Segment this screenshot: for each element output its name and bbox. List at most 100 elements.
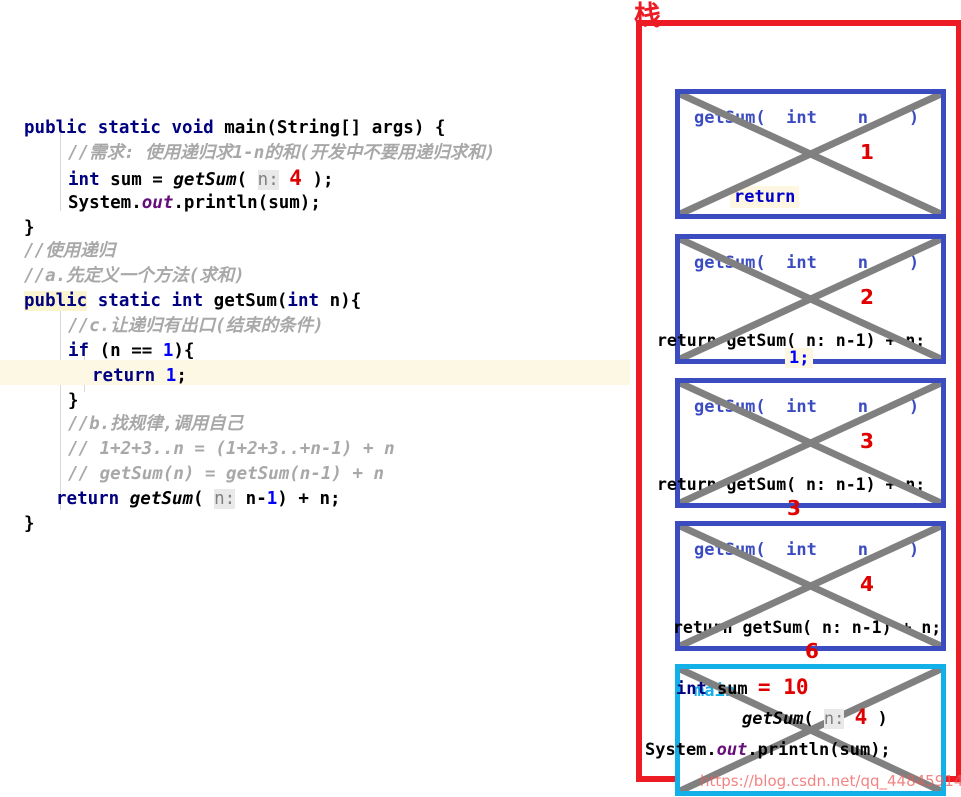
code-token: out (716, 740, 748, 760)
code-token: int (676, 679, 717, 699)
watermark: https://blog.csdn.net/qq_44845914 (700, 772, 961, 790)
code-token: = (757, 675, 784, 699)
main-frame-code-line: System.out.println(sum); (645, 738, 891, 763)
code-token: getSum (213, 291, 277, 311)
code-token: int (287, 291, 320, 311)
code-token: out (141, 193, 174, 213)
frame-return-keyword: return (730, 186, 800, 208)
code-token: System. (68, 193, 142, 213)
frame-getsum-1: getSum( int n ) return 1 (675, 89, 946, 219)
code-token: static int (87, 291, 214, 311)
stack-outer-box: getSum( int n ) return 1 getSum( int n ) ret… (636, 20, 961, 796)
code-token: 1 (162, 341, 174, 361)
code-token: //需求: 使用递归求1-n的和(开发中不要用递归求和) (68, 143, 496, 163)
code-token: n- (235, 489, 267, 509)
code-fold-gutter-2 (60, 305, 61, 510)
code-token: n){ (319, 291, 362, 311)
code-token: .println(sum); (747, 740, 891, 760)
code-line[interactable]: } (24, 216, 35, 241)
code-token: n: (257, 170, 279, 190)
code-token: ( (192, 489, 215, 509)
code-token: } (24, 514, 35, 534)
frame-getsum-3: getSum( int n ) return getSum( n: n-1) + … (657, 378, 946, 508)
code-line[interactable]: return getSum( n: n-1) + n; (56, 487, 341, 512)
code-token: } (68, 391, 79, 411)
code-token: // 1+2+3..n = (1+2+3..+n-1) + n (68, 439, 395, 459)
code-line[interactable]: //c.让递归有出口(结束的条件) (68, 314, 324, 339)
code-token: n: (823, 709, 845, 729)
code-token: ( (276, 291, 288, 311)
code-line[interactable]: //需求: 使用递归求1-n的和(开发中不要用递归求和) (68, 141, 495, 166)
frame-getsum-2: getSum( int n ) return getSum( n: n-1) + … (657, 234, 946, 364)
code-token: getSum (742, 709, 804, 729)
code-token: return (92, 366, 166, 386)
code-token: //a.先定义一个方法(求和) (24, 266, 245, 286)
code-line[interactable]: System.out.println(sum); (68, 191, 321, 216)
code-token: .println(sum); (173, 193, 321, 213)
code-token: ){ (173, 341, 195, 361)
frame-n-value: 4 (860, 572, 874, 596)
code-token: ( (803, 709, 824, 729)
main-frame-code-line: getSum( n: 4 ) (742, 705, 888, 732)
code-token: sum (716, 679, 758, 699)
frame-returned-value: 1; (785, 348, 814, 368)
frame-title: getSum( int n ) (694, 540, 920, 560)
code-token: //使用递归 (24, 241, 116, 261)
frame-n-value: 3 (860, 429, 874, 453)
main-frame-code-line: int sum = 10 (676, 675, 809, 702)
code-line[interactable]: // getSum(n) = getSum(n-1) + n (68, 462, 384, 487)
code-token: n: (214, 489, 236, 509)
code-token: //b.找规律,调用自己 (68, 414, 244, 434)
frame-accumulated-sum: 3 (787, 496, 801, 520)
frame-title: getSum( int n ) (694, 108, 920, 128)
code-line[interactable]: // 1+2+3..n = (1+2+3..+n-1) + n (68, 437, 395, 462)
code-token: } (24, 218, 35, 238)
screenshot-root: public static void main(String[] args) {… (0, 0, 961, 797)
code-token: 1 (165, 366, 177, 386)
code-fold-gutter-1 (60, 133, 61, 211)
code-token: ( (236, 170, 258, 190)
code-line[interactable]: } (24, 512, 35, 537)
frame-n-value: 1 (860, 140, 874, 164)
code-token: 1 (266, 489, 278, 509)
code-line[interactable]: int sum = getSum( n: 4 ); (68, 166, 334, 193)
code-line[interactable]: return 1; (92, 364, 187, 389)
frame-title: getSum( int n ) (694, 253, 920, 273)
code-token: public (24, 291, 88, 311)
code-token: sum = (110, 170, 174, 190)
code-line[interactable]: public static int getSum(int n){ (24, 289, 361, 314)
frame-return-statement: return getSum( n: n-1) + n; (673, 618, 942, 637)
code-token: getSum (173, 170, 237, 190)
code-token: ) + n; (277, 489, 341, 509)
code-token: getSum (129, 489, 193, 509)
code-line[interactable]: } (68, 389, 79, 414)
frame-n-value: 2 (860, 285, 874, 309)
code-token: int (68, 170, 111, 190)
code-token: System. (645, 740, 717, 760)
code-line[interactable]: //b.找规律,调用自己 (68, 412, 243, 437)
code-token: ); (301, 170, 334, 190)
code-editor-pane[interactable]: public static void main(String[] args) {… (0, 0, 630, 797)
code-token: ; (176, 366, 187, 386)
code-token: ) (867, 709, 888, 729)
code-token: 4 (854, 705, 868, 729)
code-token: return (56, 489, 130, 509)
code-token: //c.让递归有出口(结束的条件) (68, 316, 324, 336)
code-line[interactable]: //a.先定义一个方法(求和) (24, 264, 245, 289)
code-token: main (224, 118, 267, 138)
frame-return-statement: return getSum( n: n-1) + n; (657, 475, 926, 494)
code-token: public static void (24, 118, 225, 138)
code-token: (n == (89, 341, 163, 361)
code-line[interactable]: public static void main(String[] args) { (24, 116, 445, 141)
frame-title: getSum( int n ) (694, 397, 920, 417)
frame-getsum-4: getSum( int n ) return getSum( n: n-1) + … (673, 521, 946, 651)
code-token: if (68, 341, 90, 361)
code-token: (String[] args) { (266, 118, 446, 138)
frame-accumulated-sum: 6 (805, 639, 819, 663)
code-token: // getSum(n) = getSum(n-1) + n (68, 464, 385, 484)
code-token: 4 (289, 166, 302, 190)
code-line[interactable]: //使用递归 (24, 239, 115, 264)
code-token: 10 (783, 675, 809, 699)
